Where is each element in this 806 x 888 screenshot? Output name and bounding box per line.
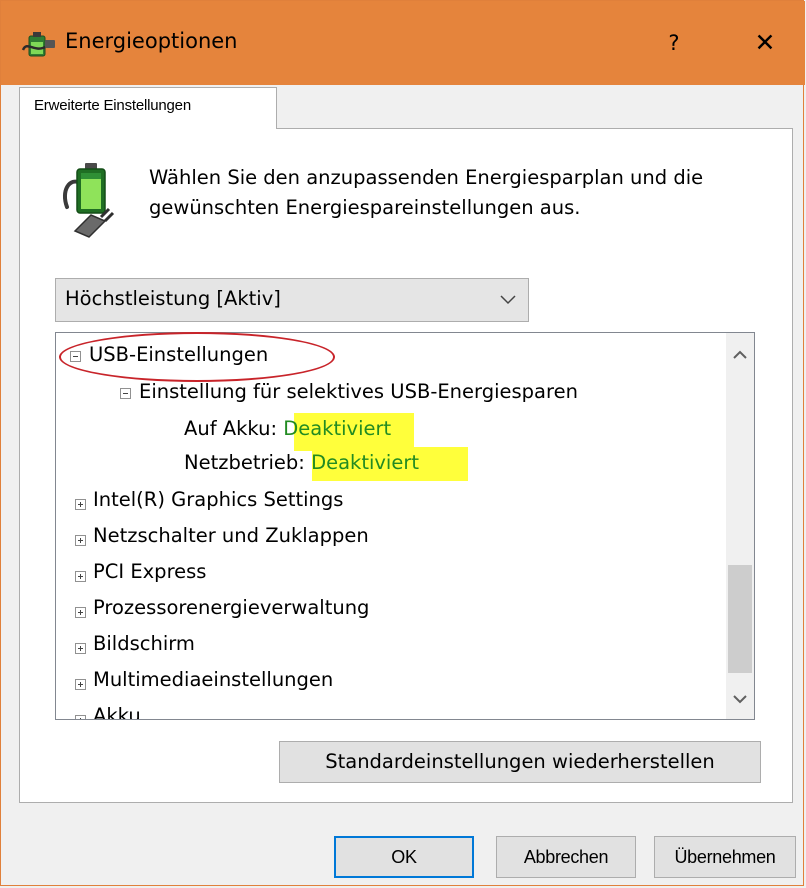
tree-item-power-buttons[interactable]: Netzschalter und Zuklappen <box>93 524 369 548</box>
settings-tree[interactable]: USB-Einstellungen Einstellung für selekt… <box>55 332 755 720</box>
expand-toggle-intel-graphics[interactable] <box>75 499 86 510</box>
help-button[interactable]: ? <box>646 21 702 65</box>
setting-plugged-in-value[interactable]: Deaktiviert <box>311 451 419 474</box>
restore-defaults-button[interactable]: Standardeinstellungen wiederherstellen <box>279 741 761 783</box>
collapse-toggle-usb[interactable] <box>70 351 81 362</box>
chevron-down-icon <box>500 295 516 305</box>
tab-label: Erweiterte Einstellungen <box>34 97 191 114</box>
setting-on-battery-label: Auf Akku: <box>184 417 278 440</box>
tree-item-display[interactable]: Bildschirm <box>93 632 195 656</box>
expand-toggle-battery[interactable] <box>75 715 86 719</box>
tree-item-intel-graphics[interactable]: Intel(R) Graphics Settings <box>93 488 343 512</box>
tree-item-multimedia[interactable]: Multimediaeinstellungen <box>93 668 333 692</box>
tree-item-usb-settings[interactable]: USB-Einstellungen <box>89 343 268 367</box>
window-title: Energieoptionen <box>65 29 238 53</box>
expand-toggle-display[interactable] <box>75 643 86 654</box>
chevron-up-icon[interactable] <box>726 343 754 367</box>
title-bar[interactable]: Energieoptionen ? ✕ <box>1 1 805 85</box>
setting-plugged-in: Netzbetrieb: Deaktiviert <box>184 451 419 475</box>
tree-item-processor-power[interactable]: Prozessorenergieverwaltung <box>93 596 369 620</box>
tree-item-battery[interactable]: Akku <box>93 704 141 719</box>
expand-toggle-processor[interactable] <box>75 607 86 618</box>
apply-button[interactable]: Übernehmen <box>654 836 796 878</box>
power-options-dialog: Energieoptionen ? ✕ Erweiterte Einstellu… <box>0 0 805 886</box>
tab-advanced-settings[interactable]: Erweiterte Einstellungen <box>19 87 277 129</box>
expand-toggle-multimedia[interactable] <box>75 679 86 690</box>
ok-button[interactable]: OK <box>334 836 474 878</box>
close-button[interactable]: ✕ <box>737 21 793 65</box>
scrollbar-thumb[interactable] <box>728 565 752 673</box>
tree-scrollbar[interactable] <box>726 333 754 719</box>
expand-toggle-pci-express[interactable] <box>75 571 86 582</box>
setting-on-battery: Auf Akku: Deaktiviert <box>184 417 391 441</box>
power-plan-dropdown[interactable]: Höchstleistung [Aktiv] <box>55 278 529 322</box>
tree-item-selective-usb-suspend[interactable]: Einstellung für selektives USB-Energiesp… <box>139 380 578 404</box>
tree-item-pci-express[interactable]: PCI Express <box>93 560 206 584</box>
cancel-button[interactable]: Abbrechen <box>496 836 636 878</box>
description-text: Wählen Sie den anzupassenden Energiespar… <box>149 166 704 219</box>
power-options-icon <box>21 32 55 57</box>
chevron-down-icon[interactable] <box>726 687 754 711</box>
setting-plugged-in-label: Netzbetrieb: <box>184 451 305 474</box>
collapse-toggle-selective-suspend[interactable] <box>120 388 131 399</box>
setting-on-battery-value[interactable]: Deaktiviert <box>283 417 391 440</box>
power-plan-value: Höchstleistung [Aktiv] <box>65 287 281 310</box>
expand-toggle-power-buttons[interactable] <box>75 535 86 546</box>
battery-plug-icon <box>62 163 115 238</box>
